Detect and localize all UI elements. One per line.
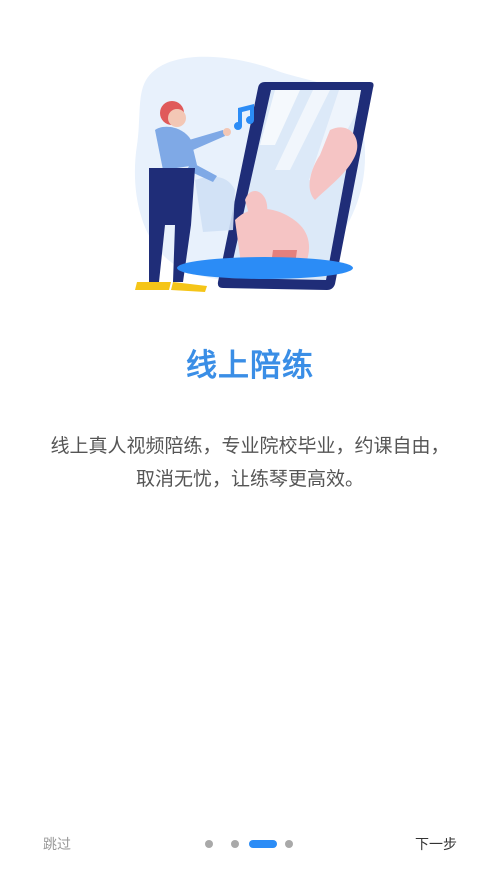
video-lesson-illustration <box>134 56 374 292</box>
skip-button[interactable]: 跳过 <box>43 834 71 854</box>
page-title: 线上陪练 <box>186 348 314 384</box>
page-dot[interactable] <box>231 840 239 848</box>
page-dot[interactable] <box>205 840 213 848</box>
page-description: 线上真人视频陪练，专业院校毕业，约课自由， 取消无忧，让练琴更高效。 <box>30 430 470 496</box>
onboarding-screen: 线上陪练 线上真人视频陪练，专业院校毕业，约课自由， 取消无忧，让练琴更高效。 … <box>0 0 500 890</box>
page-dot-active[interactable] <box>249 840 277 848</box>
page-dot[interactable] <box>285 840 293 848</box>
bottom-bar: 跳过 下一步 <box>0 828 500 860</box>
floor-ellipse <box>177 257 353 279</box>
next-button[interactable]: 下一步 <box>415 834 457 854</box>
description-line: 线上真人视频陪练，专业院校毕业，约课自由， <box>50 435 450 457</box>
description-line: 取消无忧，让练琴更高效。 <box>135 468 364 490</box>
